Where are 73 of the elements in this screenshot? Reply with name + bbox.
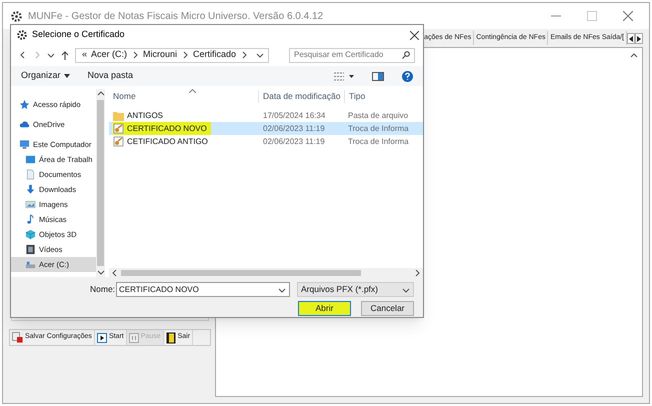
window-title: MUNFe - Gestor de Notas Fiscais Micro Universo. Versão 6.0.4.12 xyxy=(28,10,324,24)
scroll-left-icon xyxy=(111,268,119,276)
play-icon xyxy=(96,332,107,342)
sort-caret-icon xyxy=(189,89,196,93)
tab-scroll-right[interactable] xyxy=(635,33,643,44)
column-header[interactable]: Nome xyxy=(109,90,259,103)
close-icon[interactable] xyxy=(410,30,419,40)
command-button[interactable]: Organizar xyxy=(21,69,70,83)
cloud-icon xyxy=(19,119,30,130)
search-field[interactable]: Pesquisar em Certificado xyxy=(289,48,415,62)
file-type: Troca de Informa xyxy=(347,136,409,148)
breadcrumb[interactable]: Microuni xyxy=(143,48,178,62)
file-row[interactable]: ANTIGOS 17/05/2024 16:34 Pasta de arquivo xyxy=(109,109,423,122)
file-date: 02/06/2023 11:19 xyxy=(262,136,326,148)
star-icon xyxy=(19,99,30,110)
door-icon xyxy=(166,332,176,344)
file-row[interactable]: CETIFICADO ANTIGO 02/06/2023 11:19 Troca de Informa xyxy=(109,135,423,148)
column-header[interactable]: Data de modificação xyxy=(259,90,345,103)
vertical-scrollbar[interactable] xyxy=(96,89,105,277)
scroll-up-icon xyxy=(630,52,638,60)
dropdown-icon xyxy=(402,286,410,294)
breadcrumb-chevron-icon xyxy=(131,51,140,59)
file-row[interactable]: CERTIFICADO NOVO 02/06/2023 11:19 Troca de Informa xyxy=(109,122,423,135)
breadcrumb-chevron-icon xyxy=(181,51,190,59)
film-icon xyxy=(25,244,36,255)
view-options-icon[interactable] xyxy=(334,72,354,80)
up-arrow-icon[interactable] xyxy=(61,50,69,60)
preview-pane-icon[interactable] xyxy=(372,72,384,80)
dropdown-icon xyxy=(256,51,264,59)
dialog-button[interactable]: Abrir xyxy=(298,301,351,316)
document-icon xyxy=(25,169,36,180)
dropdown-icon xyxy=(47,51,55,59)
download-icon xyxy=(25,184,36,195)
horizontal-scrollbar[interactable] xyxy=(109,268,423,277)
save-document-icon xyxy=(12,332,23,343)
breadcrumb[interactable]: Certificado xyxy=(193,48,236,62)
cube-icon xyxy=(25,229,36,240)
file-name: CETIFICADO ANTIGO xyxy=(109,135,259,148)
breadcrumb[interactable]: « xyxy=(82,48,88,62)
gear-icon xyxy=(11,10,22,22)
dialog-button[interactable]: Cancelar xyxy=(361,301,414,316)
file-date: 17/05/2024 16:34 xyxy=(262,110,326,122)
drive-icon xyxy=(25,259,36,270)
scroll-right-icon xyxy=(413,268,421,276)
command-button[interactable]: Nova pasta xyxy=(88,69,134,83)
field-label: Nome: xyxy=(90,283,116,296)
monitor-icon xyxy=(19,139,30,150)
scroll-down-icon xyxy=(96,268,104,276)
file-type: Troca de Informa xyxy=(347,122,409,134)
search-input[interactable]: Pesquisar em Certificado xyxy=(294,49,402,61)
monitor-icon xyxy=(25,154,36,165)
dropdown-icon xyxy=(278,286,286,294)
help-icon[interactable] xyxy=(402,70,413,82)
filename-field[interactable]: CERTIFICADO NOVO xyxy=(116,282,290,297)
certificate-icon xyxy=(113,123,124,134)
file-date: 02/06/2023 11:19 xyxy=(262,122,326,134)
breadcrumb-chevron-icon xyxy=(240,51,248,59)
scroll-up-icon xyxy=(96,90,104,98)
certificate-icon xyxy=(113,136,124,147)
address-bar[interactable]: « Acer (C:) Microuni Certificado xyxy=(75,48,269,62)
file-name: ANTIGOS xyxy=(109,109,259,122)
column-header[interactable]: Tipo xyxy=(345,90,366,103)
image-icon xyxy=(25,199,36,210)
file-type: Pasta de arquivo xyxy=(347,110,408,122)
pause-icon xyxy=(128,332,139,342)
gear-icon xyxy=(17,30,27,40)
caret-icon xyxy=(64,74,70,78)
breadcrumb[interactable]: Acer (C:) xyxy=(91,48,128,62)
dialog-title: Selecione o Certificado xyxy=(32,28,125,42)
search-icon xyxy=(402,51,410,59)
filetype-dropdown[interactable]: Arquivos PFX (*.pfx) xyxy=(297,282,414,297)
tab-scroll-left[interactable] xyxy=(627,33,635,44)
music-note-icon xyxy=(25,214,36,225)
